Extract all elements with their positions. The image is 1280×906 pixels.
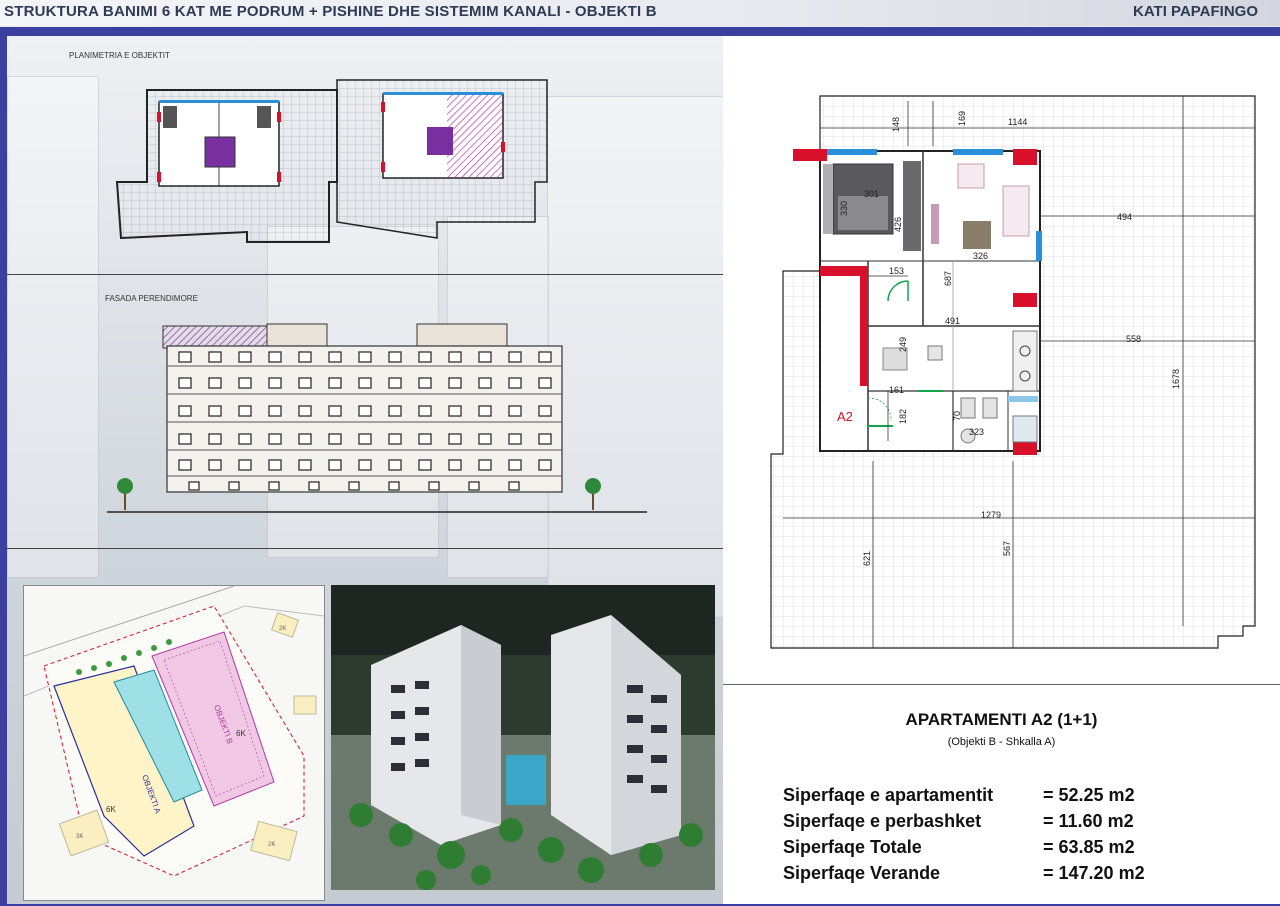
toilet <box>960 397 976 419</box>
plan-unit-highlight <box>447 94 503 178</box>
dim-323: 323 <box>969 427 984 437</box>
area-label: Siperfaqe Totale <box>783 837 922 857</box>
area-row: Siperfaqe Totale = 63.85 m2 <box>783 837 1135 858</box>
header-bar: STRUKTURA BANIMI 6 KAT ME PODRUM + PISHI… <box>0 0 1280 26</box>
area-value: = 11.60 m2 <box>1043 811 1134 831</box>
neighbor-tag: 3K <box>76 834 83 840</box>
dim-182: 182 <box>898 409 908 424</box>
dim-567: 567 <box>1002 541 1012 556</box>
area-label: Siperfaqe Verande <box>783 863 941 883</box>
wall-red <box>1013 293 1037 307</box>
neighbor-tag: 2K <box>279 626 286 632</box>
facade-label: FASADA PERENDIMORE <box>105 294 198 303</box>
wall-red <box>793 149 827 161</box>
apartment-title: APARTAMENTI A2 (1+1) <box>905 710 1098 729</box>
section-divider <box>723 684 1280 685</box>
dim-1144: 1144 <box>1008 117 1027 127</box>
dim-249: 249 <box>898 337 908 352</box>
dim-301: 301 <box>864 189 879 199</box>
wall-red <box>1013 149 1037 165</box>
area-value: = 63.85 m2 <box>1043 837 1135 857</box>
facade-elevation <box>107 323 647 513</box>
bg-building <box>7 76 99 578</box>
dim-621: 621 <box>862 551 872 566</box>
apartment-subtitle: (Objekti B - Shkalla A) <box>947 736 1056 748</box>
dim-70: 70 <box>952 411 962 421</box>
floor-plan: 148 169 1144 301 330 426 326 494 153 687… <box>770 95 1256 649</box>
left-panel: PLANIMETRIA E OBJEKTIT FASADA PERENDIMOR… <box>7 36 723 904</box>
area-value: = 52.25 m2 <box>1043 785 1135 805</box>
window <box>953 149 1003 155</box>
right-panel: 148 169 1144 301 330 426 326 494 153 687… <box>723 36 1280 904</box>
table <box>963 221 991 249</box>
dim-1678: 1678 <box>1171 369 1181 389</box>
dim-148: 148 <box>891 117 901 132</box>
shower <box>1012 415 1038 443</box>
bidet <box>982 397 998 419</box>
building-render <box>331 585 715 890</box>
area-value: = 147.20 m2 <box>1043 863 1145 883</box>
window <box>1008 396 1038 402</box>
sofa <box>1002 185 1030 237</box>
area-row: Siperfaqe e perbashket = 11.60 m2 <box>783 811 1134 832</box>
dim-558: 558 <box>1126 334 1141 344</box>
plan-label: PLANIMETRIA E OBJEKTIT <box>69 51 170 60</box>
dim-326: 326 <box>973 251 988 261</box>
wall-red <box>1013 441 1037 455</box>
dim-161: 161 <box>889 385 904 395</box>
window <box>1036 231 1042 261</box>
project-title: STRUKTURA BANIMI 6 KAT ME PODRUM + PISHI… <box>4 3 657 20</box>
site-plan: OBJEKTI A OBJEKTI B 6K 6K 2K 3K 2K <box>23 585 325 901</box>
render-pool <box>506 755 546 805</box>
area-label: Siperfaqe e apartamentit <box>783 785 994 805</box>
area-label: Siperfaqe e perbashket <box>783 811 982 831</box>
window <box>827 149 877 155</box>
palm-tree-icon <box>117 478 133 510</box>
section-divider <box>7 548 723 549</box>
dim-426: 426 <box>893 217 903 232</box>
kitchen-counter <box>1012 330 1038 392</box>
height-tag-right: 6K <box>236 729 246 738</box>
dim-169: 169 <box>957 111 967 126</box>
stair-core <box>204 136 236 168</box>
dim-1279: 1279 <box>981 510 1001 520</box>
neighbor-tag: 2K <box>268 842 275 848</box>
floor-title: KATI PAPAFINGO <box>1133 3 1258 20</box>
overall-plan <box>115 79 548 243</box>
section-divider <box>7 274 723 275</box>
height-tag-left: 6K <box>106 805 116 814</box>
area-row: Siperfaqe Verande = 147.20 m2 <box>783 863 1145 884</box>
dim-687: 687 <box>943 271 953 286</box>
wardrobe <box>903 161 921 251</box>
dim-494: 494 <box>1117 212 1132 222</box>
dim-153: 153 <box>889 266 904 276</box>
dim-491: 491 <box>945 316 960 326</box>
dim-330: 330 <box>839 201 849 216</box>
palm-tree-icon <box>585 478 601 510</box>
area-row: Siperfaqe e apartamentit = 52.25 m2 <box>783 785 1135 806</box>
unit-label: A2 <box>837 409 853 424</box>
